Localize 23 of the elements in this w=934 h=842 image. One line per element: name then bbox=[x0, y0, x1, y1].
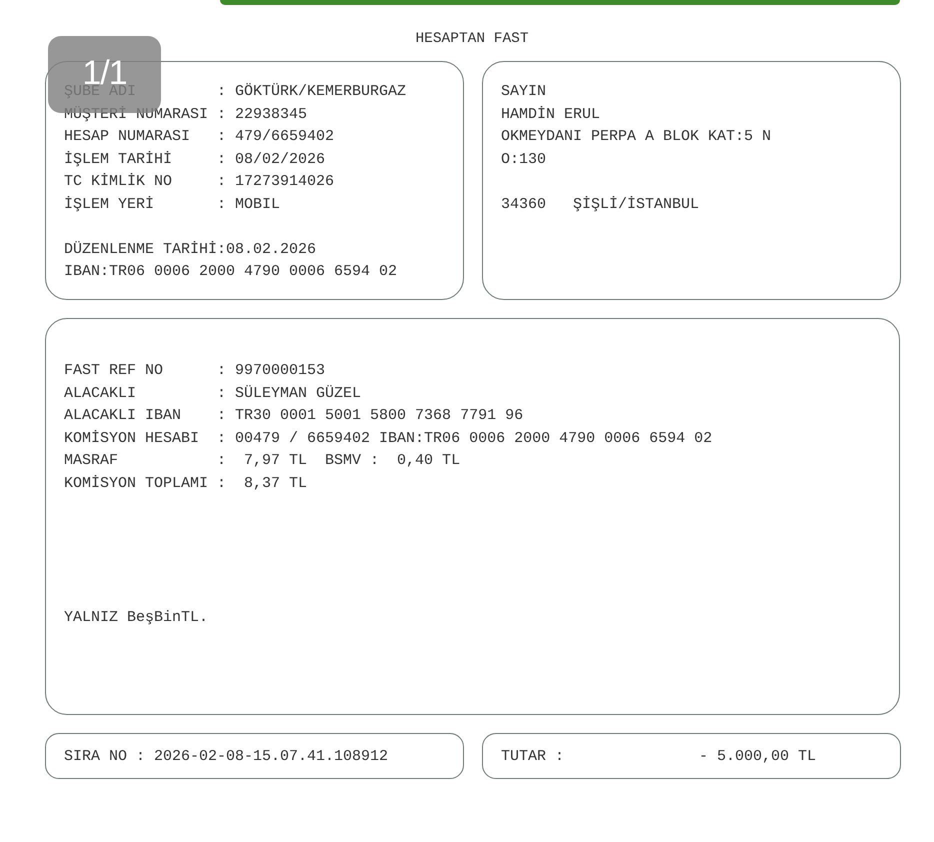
account-footer-line: DÜZENLENME TARİHİ:08.02.2026 bbox=[64, 240, 316, 260]
address-line: 34360 ŞİŞLİ/İSTANBUL bbox=[501, 194, 700, 214]
amount-label: TUTAR : bbox=[501, 748, 564, 764]
sequence-number: SIRA NO : 2026-02-08-15.07.41.108912 bbox=[64, 748, 388, 764]
account-detail-line: İŞLEM TARİHİ : 08/02/2026 bbox=[64, 150, 326, 170]
account-footer-line: IBAN:TR06 0006 2000 4790 0006 6594 02 bbox=[64, 262, 398, 282]
address-line: HAMDİN ERUL bbox=[501, 104, 600, 124]
address-line: O:130 bbox=[501, 150, 546, 170]
account-detail-line: HESAP NUMARASI : 479/6659402 bbox=[64, 127, 334, 147]
transfer-detail-line: ALACAKLI : SÜLEYMAN GÜZEL bbox=[64, 384, 362, 404]
amount-in-words: YALNIZ BeşBinTL. bbox=[64, 608, 208, 628]
document-title: HESAPTAN FAST bbox=[414, 30, 529, 49]
account-detail-line: TC KİMLİK NO : 17273914026 bbox=[64, 172, 334, 192]
address-line: OKMEYDANI PERPA A BLOK KAT:5 N bbox=[501, 127, 772, 147]
transfer-detail-line: MASRAF : 7,97 TL BSMV : 0,40 TL bbox=[64, 451, 460, 471]
transfer-detail-line: ALACAKLI IBAN : TR30 0001 5001 5800 7368 7791 96 bbox=[64, 406, 524, 426]
transfer-detail-line: KOMİSYON HESABI : 00479 / 6659402 IBAN:TR06 0006 2000 4790 0006 6594 02 bbox=[64, 428, 712, 448]
address-line: SAYIN bbox=[501, 82, 546, 102]
account-detail-line: MÜŞTERİ NUMARASI : 22938345 bbox=[64, 104, 308, 124]
transfer-detail-line: KOMİSYON TOPLAMI : 8,37 TL bbox=[64, 474, 308, 494]
account-detail-line: İŞLEM YERİ : MOBIL bbox=[64, 194, 280, 214]
transfer-detail-line: FAST REF NO : 9970000153 bbox=[64, 361, 326, 381]
amount-value: - 5.000,00 TL bbox=[699, 748, 816, 764]
